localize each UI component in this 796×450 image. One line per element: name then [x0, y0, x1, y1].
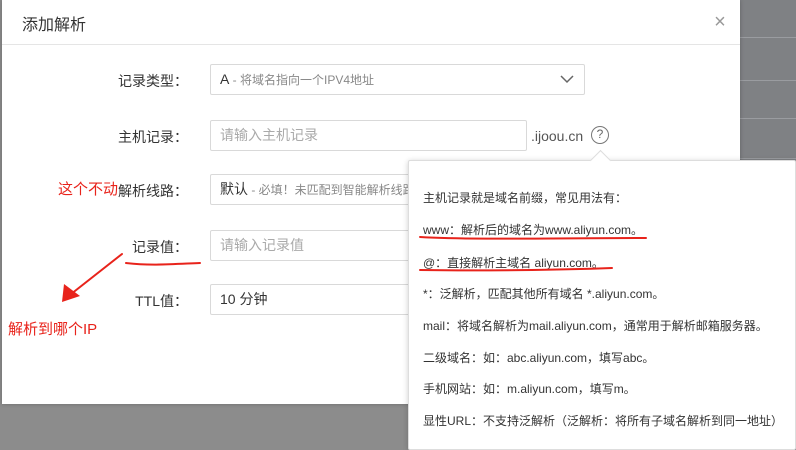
- record-type-value: A: [220, 71, 230, 87]
- record-type-label: 记录类型：: [118, 73, 188, 89]
- record-value-label: 记录值：: [132, 239, 188, 255]
- host-record-help-popover: 主机记录就是域名前缀，常见用法有： www：解析后的域名为www.aliyun.…: [408, 160, 796, 450]
- host-record-label: 主机记录：: [118, 129, 188, 145]
- resolve-line-value: 默认: [220, 181, 248, 197]
- dialog-header: 添加解析 ×: [2, 0, 740, 45]
- annotation-no-change: 这个不动: [58, 181, 119, 198]
- domain-suffix: .ijoou.cn: [531, 128, 584, 144]
- ttl-label: TTL值：: [135, 293, 188, 309]
- resolve-line-hint: - 必填！未匹配到智能解析线路: [248, 183, 410, 197]
- record-value-input[interactable]: 请输入记录值: [210, 230, 410, 261]
- resolve-line-select[interactable]: 默认 - 必填！未匹配到智能解析线路: [210, 174, 410, 205]
- record-value-placeholder: 请输入记录值: [220, 237, 304, 253]
- tooltip-line: @：直接解析主域名 aliyun.com。: [423, 256, 604, 270]
- tooltip-line: mail：将域名解析为mail.aliyun.com，通常用于解析邮箱服务器。: [423, 319, 768, 333]
- dialog-title: 添加解析: [22, 17, 87, 34]
- tooltip-line: 显性URL：不支持泛解析（泛解析：将所有子域名解析到同一地址）: [423, 414, 784, 428]
- host-record-input[interactable]: 请输入主机记录: [210, 120, 527, 151]
- tooltip-line: www：解析后的域名为www.aliyun.com。: [423, 223, 644, 237]
- close-icon[interactable]: ×: [710, 12, 730, 32]
- record-type-hint: - 将域名指向一个IPV4地址: [229, 73, 375, 87]
- tooltip-line: 二级域名：如：abc.aliyun.com，填写abc。: [423, 351, 655, 365]
- ttl-value: 10 分钟: [220, 291, 268, 307]
- annotation-which-ip: 解析到哪个IP: [8, 321, 98, 338]
- ttl-select[interactable]: 10 分钟: [210, 284, 410, 315]
- record-type-select[interactable]: A - 将域名指向一个IPV4地址: [210, 64, 585, 95]
- tooltip-line: *：泛解析，匹配其他所有域名 *.aliyun.com。: [423, 287, 665, 301]
- host-record-placeholder: 请输入主机记录: [220, 127, 318, 143]
- tooltip-line: 主机记录就是域名前缀，常见用法有：: [423, 191, 628, 205]
- chevron-down-icon: [560, 75, 574, 84]
- help-icon[interactable]: ?: [591, 126, 609, 144]
- tooltip-line: 手机网站：如：m.aliyun.com，填写m。: [423, 382, 636, 396]
